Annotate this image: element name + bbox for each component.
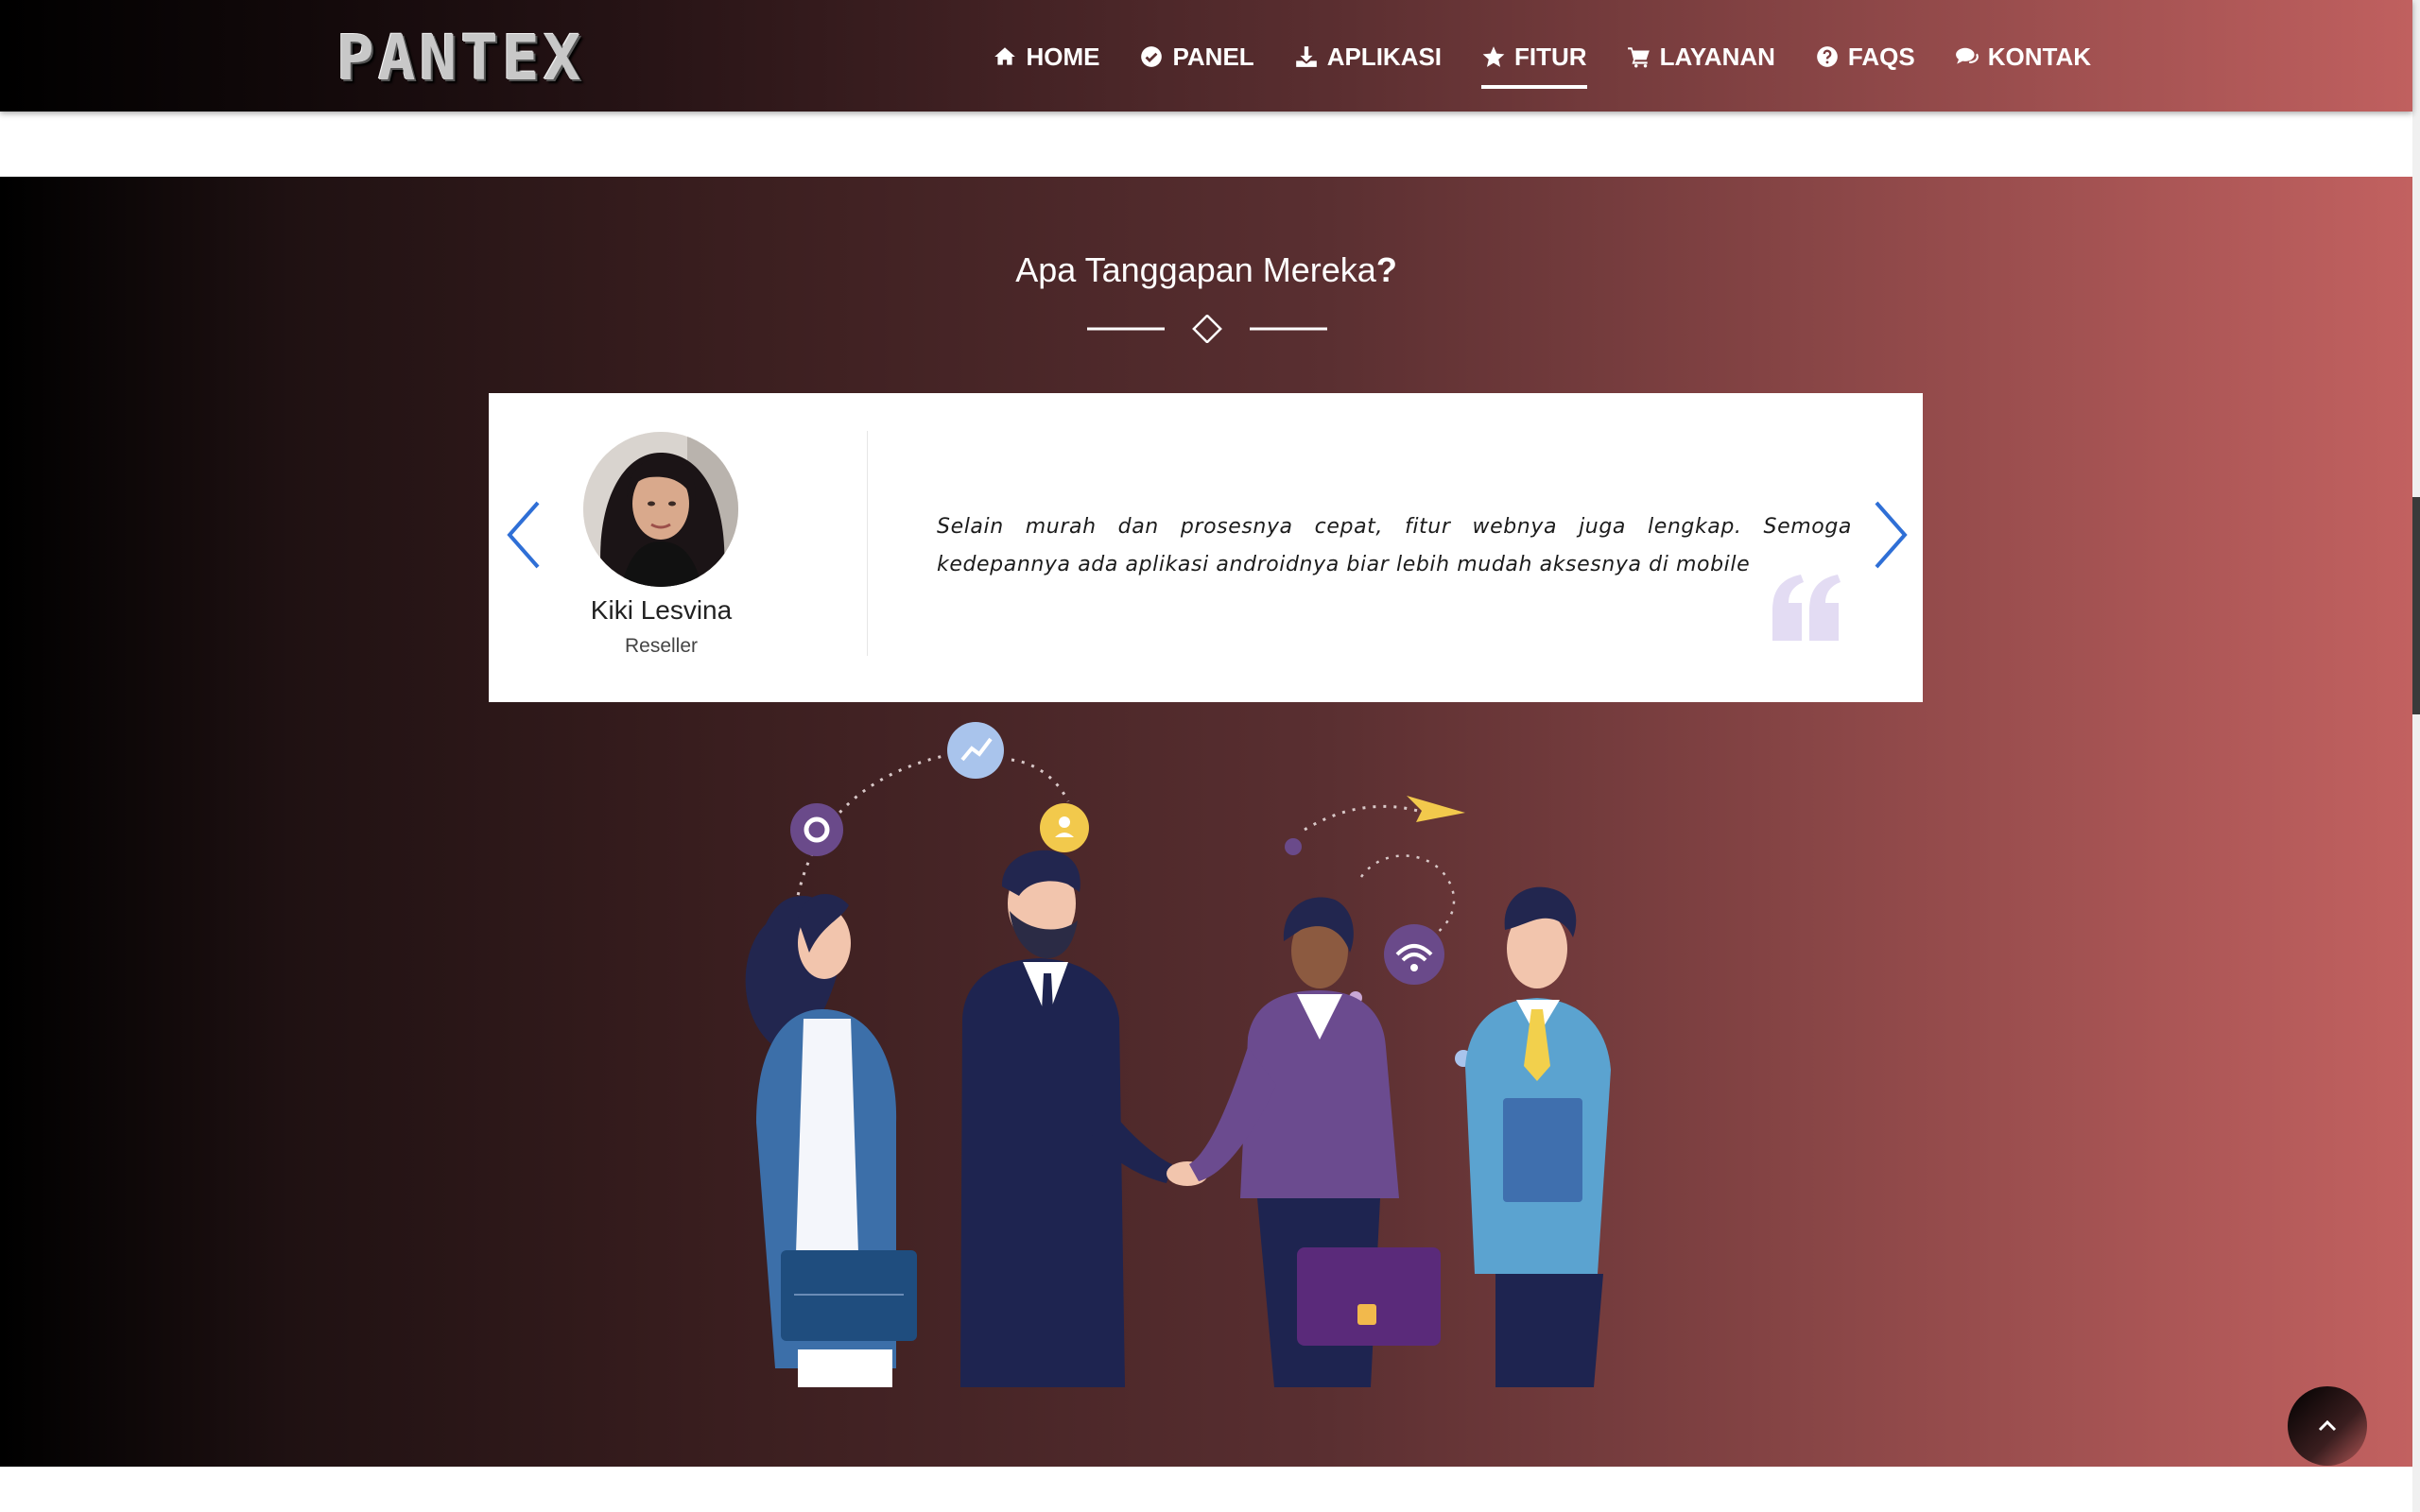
nav-label-home: HOME [1026, 42, 1100, 71]
testimonial-name: Kiki Lesvina [590, 595, 733, 625]
nav-item-layanan[interactable]: LAYANAN [1627, 38, 1775, 76]
main-nav: HOME PANEL APLIKASI FITUR LAYANAN FAQS K… [993, 38, 2091, 89]
home-icon [994, 47, 1016, 65]
testimonial-quote: Selain murah dan prosesnya cepat, fitur … [937, 515, 1852, 576]
chevron-up-icon [2318, 1419, 2337, 1432]
nav-item-aplikasi[interactable]: APLIKASI [1294, 38, 1442, 76]
nav-label-kontak: KONTAK [1987, 42, 2091, 71]
check-circle-icon [1141, 46, 1163, 67]
avatar [583, 432, 738, 587]
nav-item-fitur[interactable]: FITUR [1481, 38, 1587, 89]
section-title-text: Apa Tanggapan Mereka [1015, 250, 1376, 289]
brand-logo[interactable]: PANTEX [337, 23, 584, 94]
nav-label-fitur: FITUR [1514, 42, 1587, 71]
section-title: Apa Tanggapan Mereka? [0, 250, 2412, 290]
top-navbar: PANTEX HOME PANEL APLIKASI FITUR LAYANAN… [0, 0, 2412, 112]
prev-arrow-button[interactable] [502, 497, 549, 573]
team-handshake-illustration [745, 722, 1611, 1387]
nav-label-aplikasi: APLIKASI [1326, 42, 1443, 71]
nav-item-faqs[interactable]: FAQS [1815, 38, 1915, 76]
download-icon [1295, 46, 1317, 67]
cart-icon [1627, 47, 1650, 68]
nav-item-kontak[interactable]: KONTAK [1955, 38, 2091, 76]
card-divider [867, 431, 868, 656]
chat-icon [1955, 47, 1979, 64]
nav-item-home[interactable]: HOME [993, 38, 1099, 76]
next-arrow-button[interactable] [1865, 497, 1912, 573]
nav-label-layanan: LAYANAN [1659, 42, 1775, 71]
chevron-right-icon [1875, 501, 1908, 569]
back-to-top-button[interactable] [2288, 1386, 2367, 1466]
testimonial-role: Reseller [624, 635, 699, 657]
chevron-left-icon [507, 501, 540, 569]
quote-icon [1772, 575, 1841, 641]
question-circle-icon [1817, 46, 1838, 67]
scrollbar-thumb[interactable] [2412, 497, 2420, 714]
nav-label-panel: PANEL [1172, 42, 1254, 71]
nav-item-panel[interactable]: PANEL [1139, 38, 1254, 76]
page-scrollbar[interactable] [2412, 0, 2420, 1512]
section-divider [1087, 315, 1327, 343]
star-icon [1482, 46, 1505, 67]
avatar-photo [583, 432, 738, 587]
section-title-suffix: ? [1375, 250, 1397, 289]
nav-label-faqs: FAQS [1847, 42, 1915, 71]
settings-bubble-icon [790, 803, 843, 856]
testimonial-card: Kiki Lesvina Reseller Selain murah dan p… [489, 393, 1923, 702]
